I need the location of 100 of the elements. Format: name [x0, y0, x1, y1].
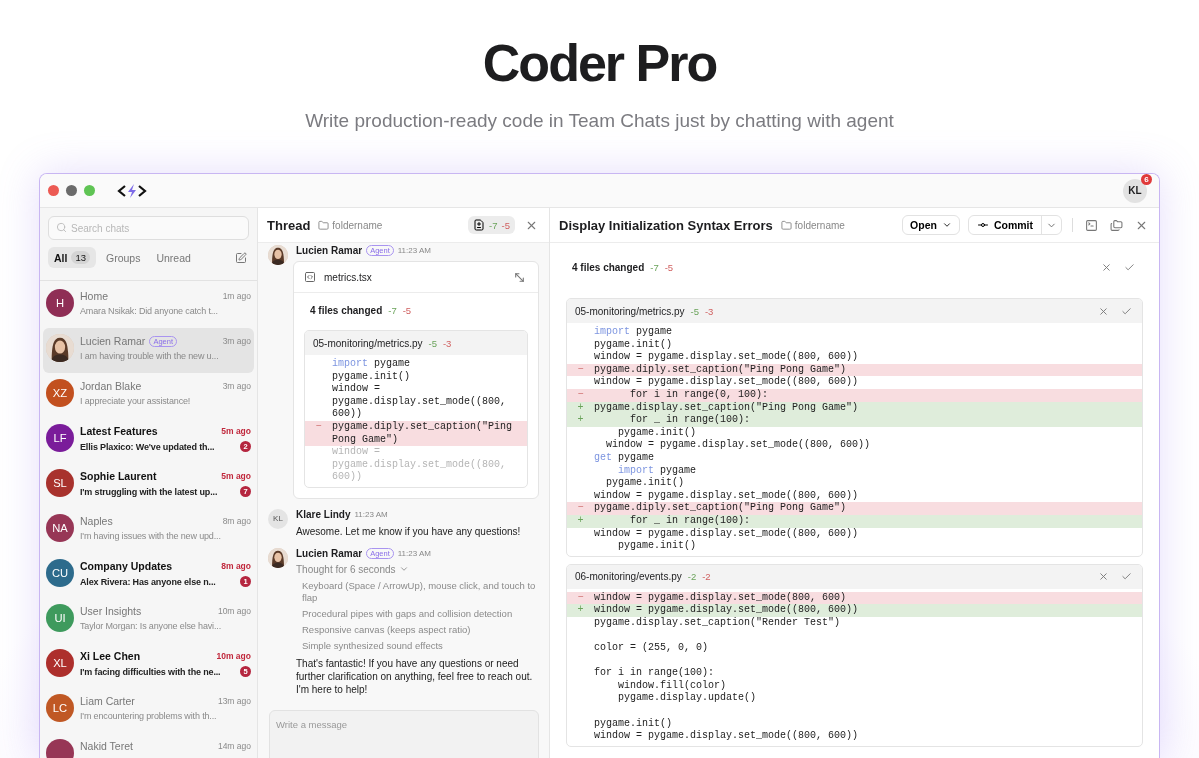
open-button[interactable]: Open [902, 215, 960, 235]
message-input[interactable]: Write a message [269, 709, 539, 758]
search-icon [56, 222, 67, 233]
thought-step: Keyboard (Space / ArrowUp), mouse click, and touch to flap [302, 579, 539, 604]
notification-badge: 6 [1141, 174, 1152, 185]
chat-time: 10m ago [217, 606, 251, 616]
filter-tab[interactable]: Unread [150, 247, 197, 268]
minus-sign: − [577, 363, 584, 377]
chat-name: Jordan Blake [80, 380, 142, 392]
thought-step: Responsive canvas (keeps aspect ratio) [302, 623, 539, 636]
chat-item[interactable]: LC Liam Carter 13m ago I'm encountering problems with th... [43, 688, 254, 733]
code-line: pygame.init() [617, 426, 697, 439]
chat-name: Xi Lee Chen [80, 650, 141, 662]
close-window-button[interactable] [48, 185, 59, 196]
chat-item[interactable]: Nakid Teret 14m ago [43, 733, 254, 758]
commit-button[interactable]: Commit [968, 216, 1042, 234]
person-avatar [268, 245, 288, 265]
chat-preview: I am having trouble with the new u... [80, 351, 219, 361]
chat-name: Company Updates [80, 560, 173, 572]
initials-avatar: UI [46, 604, 74, 632]
code-line: pygame.init() [332, 370, 410, 383]
code-line: import pygame [617, 464, 697, 477]
folder-name: foldername [794, 219, 845, 231]
initials-avatar: CU [46, 559, 74, 587]
initials-avatar: KL [268, 508, 288, 529]
thought-toggle[interactable]: Thought for 6 seconds [296, 563, 409, 575]
code-line: window = pygame.display.set_mode((800, 600)) [605, 439, 871, 452]
minus-sign: − [577, 591, 584, 605]
chat-name: Naples [80, 515, 113, 527]
code-line: window = pygame.display.set_mode((800, 600)) [594, 730, 859, 743]
message-time: 11:23 AM [397, 548, 431, 558]
chat-preview: I'm struggling with the latest up... [80, 486, 218, 497]
chat-preview: Alex Rivera: Has anyone else n... [80, 576, 216, 587]
chat-time: 10m ago [216, 651, 251, 661]
code-line: color = (255, 0, 0) [594, 642, 709, 655]
chat-name: Liam Carter [80, 695, 135, 707]
message-text: That's fantastic! If you have any questions or need further clarification on anything, feel free to reach out. I'm here to help! [296, 656, 534, 696]
count-badge: 13 [71, 251, 90, 264]
code-line: pygame.diply.set_caption("Ping Pong Game") [594, 363, 847, 376]
code-line: for i in range(100): [594, 667, 715, 680]
message-time: 11:23 AM [397, 246, 431, 255]
person-avatar [46, 334, 74, 362]
chat-name: Latest Features [80, 425, 158, 437]
filter-tab[interactable]: All 13 [48, 247, 96, 268]
code-line: for _ in range(100): [629, 414, 751, 427]
chat-item[interactable]: NA Naples 8m ago I'm having issues with the new upd... [43, 508, 254, 553]
filter-tab[interactable]: Groups [100, 247, 147, 268]
code-file-icon [304, 271, 316, 283]
chat-name: Sophie Laurent [80, 470, 157, 482]
chat-preview: Amara Nsikak: Did anyone catch t... [80, 306, 218, 316]
chat-preview: I appreciate your assistance! [80, 396, 191, 406]
files-changed-label: 4 files changed [572, 261, 645, 273]
minimize-window-button[interactable] [66, 185, 77, 196]
code-logo-icon [117, 182, 147, 199]
chat-preview: I'm having issues with the new upd... [80, 531, 221, 541]
added-count: -7 [388, 305, 397, 316]
person-avatar [268, 547, 288, 568]
chat-time: 8m ago [222, 516, 251, 526]
added-count: -2 [687, 571, 697, 583]
initials-avatar: LF [46, 424, 74, 452]
code-line: pygame.init() [605, 477, 684, 490]
commit-split-button[interactable]: Commit [967, 215, 1062, 235]
message-author: Lucien Ramar [296, 547, 363, 559]
file-path: 05-monitoring/metrics.py [575, 305, 685, 317]
chat-item[interactable]: UI User Insights 10m ago Taylor Morgan: Is anyone else havi... [43, 598, 254, 643]
folder-name: foldername [332, 219, 383, 231]
removed-count: -5 [402, 305, 412, 316]
files-changed-label: 4 files changed [310, 305, 383, 316]
new-chat-button[interactable] [233, 249, 249, 266]
initials-avatar: LC [46, 694, 74, 722]
search-field[interactable]: Search chats [48, 216, 249, 240]
chat-item[interactable]: H Home 1m ago Amara Nsikak: Did anyone catch t... [43, 283, 254, 328]
removed-count: -3 [442, 337, 452, 349]
minus-sign: − [577, 388, 584, 402]
initials-avatar: XZ [46, 379, 74, 407]
removed-count: -3 [704, 305, 714, 317]
minus-sign: − [577, 502, 584, 515]
chat-time: 5m ago [221, 471, 251, 481]
initials-avatar: NA [46, 514, 74, 542]
code-line: pygame.diply.set_caption("Ping Pong Game") [594, 502, 847, 515]
code-line: window = pygame.display.set_mode((800, 600)) [594, 489, 859, 502]
message-author: Klare Lindy [296, 508, 351, 520]
code-line: window = pygame.display.set_mode((800, 600)) [594, 527, 859, 540]
chat-preview: Ellis Plaxico: We've updated th... [80, 441, 215, 452]
chat-item[interactable]: XZ Jordan Blake 3m ago I appreciate your assistance! [43, 373, 254, 418]
code-line: window.fill(color) [617, 679, 727, 692]
message-author: Lucien Ramar [296, 245, 363, 256]
removed-count: -5 [664, 261, 674, 273]
chat-time: 8m ago [221, 561, 251, 571]
code-line: pygame.init() [594, 338, 672, 351]
zoom-window-button[interactable] [84, 185, 95, 196]
code-line: window = pygame.display.set_mode((800, 600)) [594, 376, 859, 389]
chevron-down-icon [941, 220, 952, 230]
chat-time: 3m ago [222, 381, 251, 391]
message-text: Awesome. Let me know if you have any questions! [296, 524, 522, 538]
initials-avatar: SL [46, 469, 74, 497]
code-line: window = pygame.display.set_mode(800, 600) [594, 591, 847, 604]
panel-title: Thread [267, 217, 311, 233]
minus-sign: − [315, 420, 322, 434]
plus-sign: + [577, 604, 584, 617]
